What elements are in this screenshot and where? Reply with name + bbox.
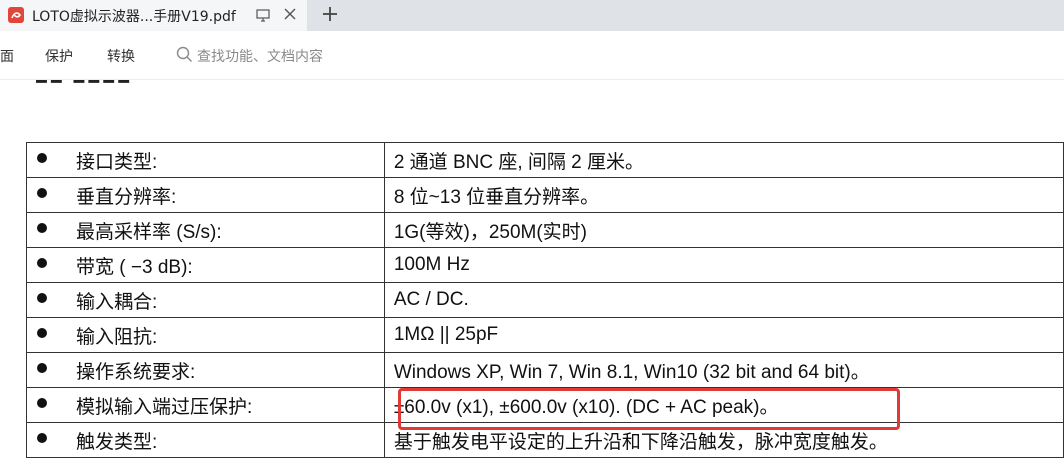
menu-item-protect[interactable]: 保护 — [45, 46, 73, 66]
spec-label: 输入耦合: — [76, 291, 158, 313]
spec-label: 接口类型: — [76, 151, 158, 173]
close-icon[interactable] — [282, 6, 298, 26]
spec-label-cell: 带宽 ( −3 dB): — [26, 247, 385, 283]
spec-value: 1MΩ || 25pF — [383, 317, 1064, 353]
table-row: 最高采样率 (S/s): 1G(等效)，250M(实时) — [26, 212, 1064, 248]
table-row: 输入耦合: AC / DC. — [26, 282, 1064, 318]
tab-bar: LOTO虚拟示波器...手册V19.pdf — [0, 0, 1064, 31]
spec-label: 最高采样率 (S/s): — [76, 221, 222, 243]
menu-item-partial[interactable]: 面 — [0, 46, 14, 66]
highlight-annotation — [398, 388, 900, 430]
cut-off-heading: ▪▪ ▪▪▪▪ — [34, 80, 131, 89]
spec-value: 1G(等效)，250M(实时) — [383, 212, 1064, 248]
spec-label: 输入阻抗: — [76, 326, 158, 348]
bullet-icon — [37, 153, 47, 163]
monitor-icon[interactable] — [255, 7, 271, 27]
spec-label-cell: 接口类型: — [26, 142, 385, 178]
spec-value: AC / DC. — [383, 282, 1064, 318]
bullet-icon — [37, 433, 47, 443]
spec-label: 带宽 ( −3 dB): — [76, 256, 193, 278]
bullet-icon — [37, 363, 47, 373]
spec-label-cell: 输入阻抗: — [26, 317, 385, 353]
menu-item-convert[interactable]: 转换 — [107, 46, 135, 66]
spec-label-cell: 操作系统要求: — [26, 352, 385, 388]
spec-label-cell: 输入耦合: — [26, 282, 385, 318]
spec-label-cell: 垂直分辨率: — [26, 177, 385, 213]
table-row: 操作系统要求: Windows XP, Win 7, Win 8.1, Win10… — [26, 352, 1064, 388]
spec-label: 触发类型: — [76, 431, 158, 453]
table-row: 带宽 ( −3 dB): 100M Hz — [26, 247, 1064, 283]
spec-value: 2 通道 BNC 座, 间隔 2 厘米。 — [383, 142, 1064, 178]
spec-label-cell: 触发类型: — [26, 422, 385, 458]
spec-value: 8 位~13 位垂直分辨率。 — [383, 177, 1064, 213]
pdf-icon — [8, 7, 24, 23]
table-row: 垂直分辨率: 8 位~13 位垂直分辨率。 — [26, 177, 1064, 213]
table-row: 输入阻抗: 1MΩ || 25pF — [26, 317, 1064, 353]
spec-label: 模拟输入端过压保护: — [76, 396, 253, 418]
bullet-icon — [37, 328, 47, 338]
bullet-icon — [37, 188, 47, 198]
new-tab-icon[interactable] — [321, 5, 339, 27]
spec-label-cell: 最高采样率 (S/s): — [26, 212, 385, 248]
document-tab[interactable]: LOTO虚拟示波器...手册V19.pdf — [0, 0, 307, 31]
table-row: 接口类型: 2 通道 BNC 座, 间隔 2 厘米。 — [26, 142, 1064, 178]
search-icon[interactable] — [176, 46, 193, 67]
spec-label: 操作系统要求: — [76, 361, 196, 383]
spec-value: Windows XP, Win 7, Win 8.1, Win10 (32 bi… — [383, 352, 1064, 388]
bullet-icon — [37, 293, 47, 303]
search-input[interactable]: 查找功能、文档内容 — [197, 46, 323, 66]
bullet-icon — [37, 258, 47, 268]
spec-label-cell: 模拟输入端过压保护: — [26, 387, 385, 423]
spec-label: 垂直分辨率: — [76, 186, 177, 208]
spec-value: 100M Hz — [383, 247, 1064, 283]
toolbar: 面 保护 转换 查找功能、文档内容 — [0, 31, 1064, 80]
bullet-icon — [37, 398, 47, 408]
tab-title: LOTO虚拟示波器...手册V19.pdf — [32, 9, 236, 25]
bullet-icon — [37, 223, 47, 233]
document-page: ▪▪ ▪▪▪▪ 接口类型: 2 通道 BNC 座, 间隔 2 厘米。垂直分辨率: 8… — [0, 80, 1064, 469]
